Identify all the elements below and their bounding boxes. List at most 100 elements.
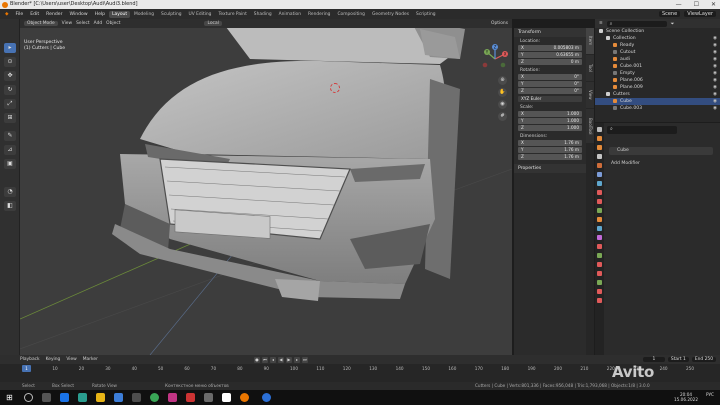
grid-perspective-icon[interactable]: # bbox=[498, 112, 507, 121]
properties-tab-icon[interactable] bbox=[597, 289, 602, 294]
close-button[interactable]: ✕ bbox=[711, 0, 716, 9]
transform-panel-header[interactable]: Transform bbox=[514, 28, 586, 37]
visibility-eye-icon[interactable]: ◉ bbox=[713, 105, 717, 112]
visibility-eye-icon[interactable]: ◉ bbox=[713, 70, 717, 77]
scale-y-field[interactable]: Y 1.000 bbox=[518, 118, 582, 124]
transform-orientation-dropdown[interactable]: Local bbox=[204, 21, 222, 26]
tab-sculpting[interactable]: Sculpting bbox=[158, 11, 185, 18]
properties-tab-icon[interactable] bbox=[597, 145, 602, 150]
explorer-icon[interactable] bbox=[96, 393, 105, 402]
app-icon-2[interactable] bbox=[78, 393, 87, 402]
outliner-item[interactable]: Cutout ◉ bbox=[595, 49, 720, 56]
search-icon[interactable] bbox=[24, 393, 33, 402]
outliner-item[interactable]: audi ◉ bbox=[595, 56, 720, 63]
tab-booltool[interactable]: BoolTool bbox=[586, 109, 594, 143]
move-tool-icon[interactable]: ✥ bbox=[4, 71, 16, 81]
properties-panel-header[interactable]: Properties bbox=[514, 164, 586, 173]
cursor-tool-icon[interactable]: ⊙ bbox=[4, 57, 16, 67]
transform-tool-icon[interactable]: ⊞ bbox=[4, 113, 16, 123]
menu-render[interactable]: Render bbox=[43, 12, 65, 17]
app-icon-12[interactable] bbox=[262, 393, 271, 402]
tab-layout[interactable]: Layout bbox=[109, 10, 131, 18]
app-icon-9[interactable] bbox=[204, 393, 213, 402]
current-frame-field[interactable]: 1 bbox=[642, 357, 665, 362]
viewport-menu-add[interactable]: Add bbox=[94, 21, 103, 26]
outliner-item[interactable]: Cutters ◉ bbox=[595, 91, 720, 98]
options-dropdown[interactable]: Options bbox=[491, 21, 508, 26]
step-forward-icon[interactable]: ▸ bbox=[293, 356, 300, 363]
tab-geometry-nodes[interactable]: Geometry Nodes bbox=[369, 11, 412, 18]
outliner-search-input[interactable]: ⌕ bbox=[606, 20, 667, 27]
tab-texture-paint[interactable]: Texture Paint bbox=[215, 11, 249, 18]
measure-tool-icon[interactable]: ⊿ bbox=[4, 145, 16, 155]
knife-tool-icon[interactable]: ◧ bbox=[4, 201, 16, 211]
properties-tab-icon[interactable] bbox=[597, 280, 602, 285]
tab-compositing[interactable]: Compositing bbox=[334, 11, 368, 18]
outliner-scene-collection[interactable]: Scene Collection bbox=[595, 28, 720, 35]
jump-start-icon[interactable]: ⏮ bbox=[261, 356, 268, 363]
properties-tab-icon[interactable] bbox=[597, 199, 602, 204]
object-name-field[interactable]: Cube bbox=[609, 147, 713, 155]
minimize-button[interactable]: — bbox=[676, 0, 682, 9]
timeline-menu-keying[interactable]: Keying bbox=[46, 357, 61, 362]
rotate-tool-icon[interactable]: ↻ bbox=[4, 85, 16, 95]
filter-icon[interactable]: ⏷ bbox=[671, 21, 675, 27]
app-icon-10[interactable] bbox=[222, 393, 231, 402]
blender-taskbar-icon[interactable] bbox=[240, 393, 249, 402]
play-icon[interactable]: ▶ bbox=[285, 356, 292, 363]
app-icon-1[interactable] bbox=[60, 393, 69, 402]
properties-tab-icon[interactable] bbox=[597, 181, 602, 186]
play-reverse-icon[interactable]: ◀ bbox=[277, 356, 284, 363]
tab-rendering[interactable]: Rendering bbox=[305, 11, 333, 18]
dimensions-y-field[interactable]: Y 1.76 m bbox=[518, 147, 582, 153]
chrome-icon[interactable] bbox=[150, 393, 159, 402]
scale-x-field[interactable]: X 1.000 bbox=[518, 111, 582, 117]
properties-tab-icon[interactable] bbox=[597, 172, 602, 177]
visibility-eye-icon[interactable]: ◉ bbox=[713, 84, 717, 91]
task-view-icon[interactable] bbox=[42, 393, 51, 402]
viewport-menu-view[interactable]: View bbox=[62, 21, 72, 26]
visibility-eye-icon[interactable]: ◉ bbox=[713, 91, 717, 98]
outliner-item[interactable]: Empty ◉ bbox=[595, 70, 720, 77]
playhead[interactable]: 1 bbox=[22, 365, 31, 372]
object-mode-dropdown[interactable]: Object Mode bbox=[24, 21, 58, 26]
properties-tab-icon[interactable] bbox=[597, 208, 602, 213]
properties-tab-icon[interactable] bbox=[597, 226, 602, 231]
visibility-eye-icon[interactable]: ◉ bbox=[713, 35, 717, 42]
properties-tab-icon[interactable] bbox=[597, 298, 602, 303]
rotation-x-field[interactable]: X 0° bbox=[518, 74, 582, 80]
annotate-tool-icon[interactable]: ✎ bbox=[4, 131, 16, 141]
tab-modeling[interactable]: Modeling bbox=[131, 11, 157, 18]
location-z-field[interactable]: Z0 m bbox=[518, 59, 582, 65]
menu-window[interactable]: Window bbox=[67, 12, 91, 17]
visibility-eye-icon[interactable]: ◉ bbox=[713, 63, 717, 70]
outliner-item[interactable]: Cube ◉ bbox=[595, 98, 720, 105]
outliner-item[interactable]: Collection ◉ bbox=[595, 35, 720, 42]
tab-uv-editing[interactable]: UV Editing bbox=[186, 11, 215, 18]
scene-selector[interactable]: Scene bbox=[658, 11, 681, 17]
outliner-item[interactable]: Cube.001 ◉ bbox=[595, 63, 720, 70]
properties-tab-icon[interactable] bbox=[597, 235, 602, 240]
tab-shading[interactable]: Shading bbox=[251, 11, 275, 18]
timeline-menu-marker[interactable]: Marker bbox=[83, 357, 98, 362]
record-icon[interactable]: ● bbox=[253, 356, 260, 363]
3d-viewport[interactable] bbox=[20, 19, 512, 355]
blender-menu-icon[interactable]: ◆ bbox=[2, 12, 12, 17]
properties-tab-icon[interactable] bbox=[597, 217, 602, 222]
start-frame-field[interactable]: Start 1 bbox=[667, 357, 689, 362]
add-cube-tool-icon[interactable]: ▣ bbox=[4, 159, 16, 169]
app-icon-7[interactable] bbox=[168, 393, 177, 402]
zoom-icon[interactable]: ⊕ bbox=[498, 76, 507, 85]
tab-item[interactable]: Item bbox=[586, 28, 594, 54]
visibility-eye-icon[interactable]: ◉ bbox=[713, 56, 717, 63]
properties-tab-icon[interactable] bbox=[597, 190, 602, 195]
dimensions-x-field[interactable]: X 1.76 m bbox=[518, 140, 582, 146]
jump-end-icon[interactable]: ⏭ bbox=[301, 356, 308, 363]
properties-tab-icon[interactable] bbox=[597, 127, 602, 132]
app-icon-4[interactable] bbox=[114, 393, 123, 402]
draw-tool-icon[interactable]: ◔ bbox=[4, 187, 16, 197]
view-layer-selector[interactable]: ViewLayer bbox=[684, 11, 716, 17]
properties-tab-icon[interactable] bbox=[597, 154, 602, 159]
navigation-gizmo[interactable]: X Y Z bbox=[479, 43, 511, 75]
maximize-button[interactable]: ☐ bbox=[694, 0, 699, 9]
